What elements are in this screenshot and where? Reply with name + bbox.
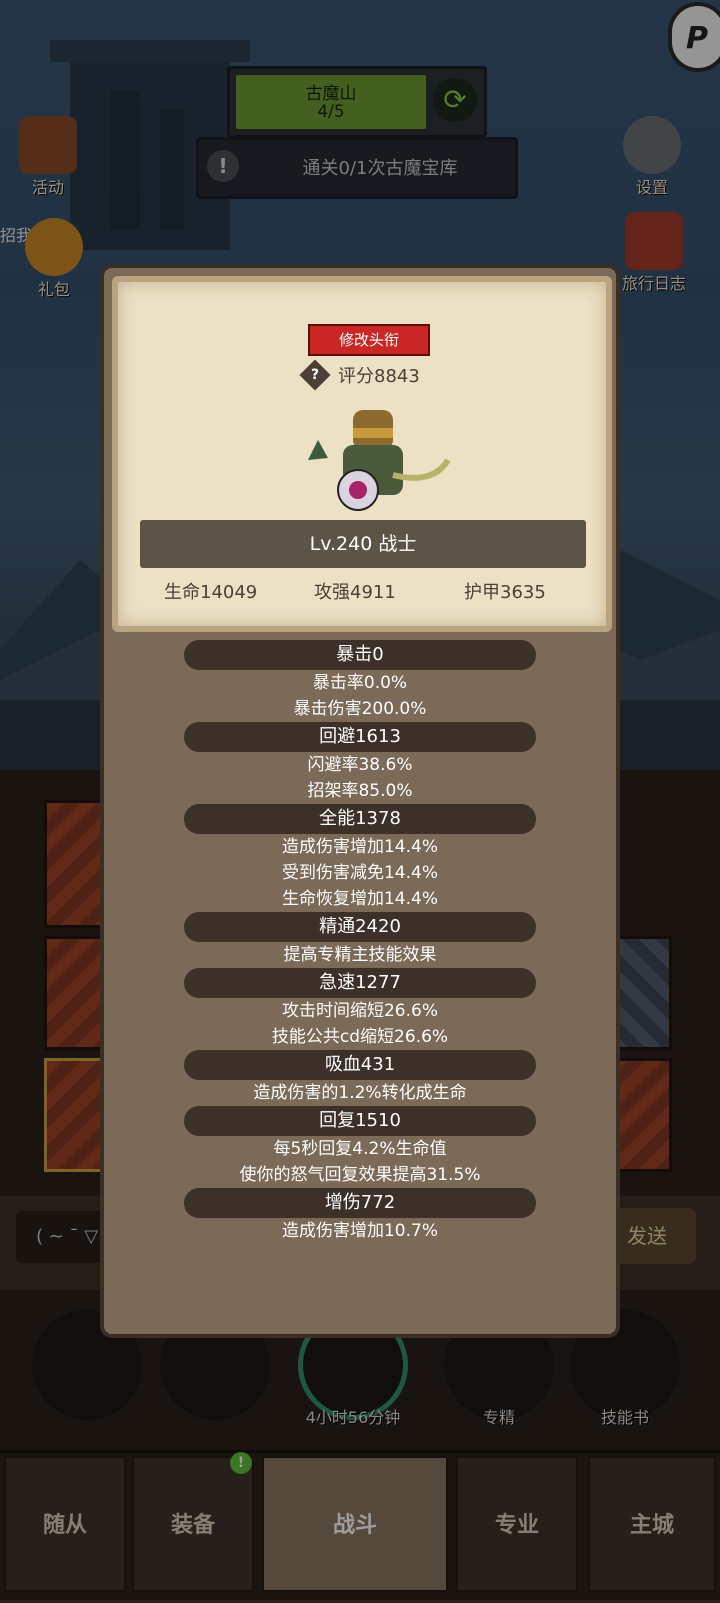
attack-power-stat: 攻强4911: [314, 582, 396, 603]
stat-line: 提高专精主技能效果: [283, 945, 437, 965]
stat-header-avoidance: 回避1613: [184, 722, 536, 752]
stat-line: 攻击时间缩短26.6%: [281, 1001, 438, 1021]
character-stats-modal: 修改头衔 ? 评分8843 Lv.240 战士 生命14049 攻强4911 护…: [100, 264, 620, 1338]
stat-line: 每5秒回复4.2%生命值: [273, 1139, 447, 1159]
modify-title-button[interactable]: 修改头衔: [308, 324, 430, 356]
score-label: 评分8843: [338, 366, 420, 387]
stat-header-damage-bonus: 增伤772: [184, 1188, 536, 1218]
stat-line: 使你的怒气回复效果提高31.5%: [239, 1165, 481, 1185]
level-class-banner: Lv.240 战士: [140, 520, 586, 568]
stat-header-haste: 急速1277: [184, 968, 536, 998]
stat-line: 生命恢复增加14.4%: [281, 889, 438, 909]
help-icon[interactable]: ?: [299, 359, 331, 391]
stat-line: 暴击伤害200.0%: [293, 699, 427, 719]
armor-stat: 护甲3635: [464, 582, 546, 603]
help-glyph: ?: [310, 367, 320, 383]
stat-header-leech: 吸血431: [184, 1050, 536, 1080]
stat-line: 受到伤害减免14.4%: [281, 863, 438, 883]
stat-header-versatility: 全能1378: [184, 804, 536, 834]
stat-line: 造成伤害增加10.7%: [281, 1221, 438, 1241]
stat-header-mastery: 精通2420: [184, 912, 536, 942]
stat-line: 技能公共cd缩短26.6%: [271, 1027, 449, 1047]
character-card: 修改头衔 ? 评分8843 Lv.240 战士 生命14049 攻强4911 护…: [112, 276, 612, 632]
stat-line: 暴击率0.0%: [312, 673, 408, 693]
stat-line: 招架率85.0%: [307, 781, 413, 801]
stat-line: 造成伤害增加14.4%: [281, 837, 438, 857]
stat-header-regen: 回复1510: [184, 1106, 536, 1136]
stat-line: 闪避率38.6%: [307, 755, 413, 775]
stat-list: 暴击0 暴击率0.0% 暴击伤害200.0% 回避1613 闪避率38.6% 招…: [104, 640, 616, 1244]
warrior-character: [308, 410, 451, 511]
stat-line: 造成伤害的1.2%转化成生命: [253, 1083, 467, 1103]
hp-stat: 生命14049: [164, 582, 258, 603]
stat-header-crit: 暴击0: [184, 640, 536, 670]
